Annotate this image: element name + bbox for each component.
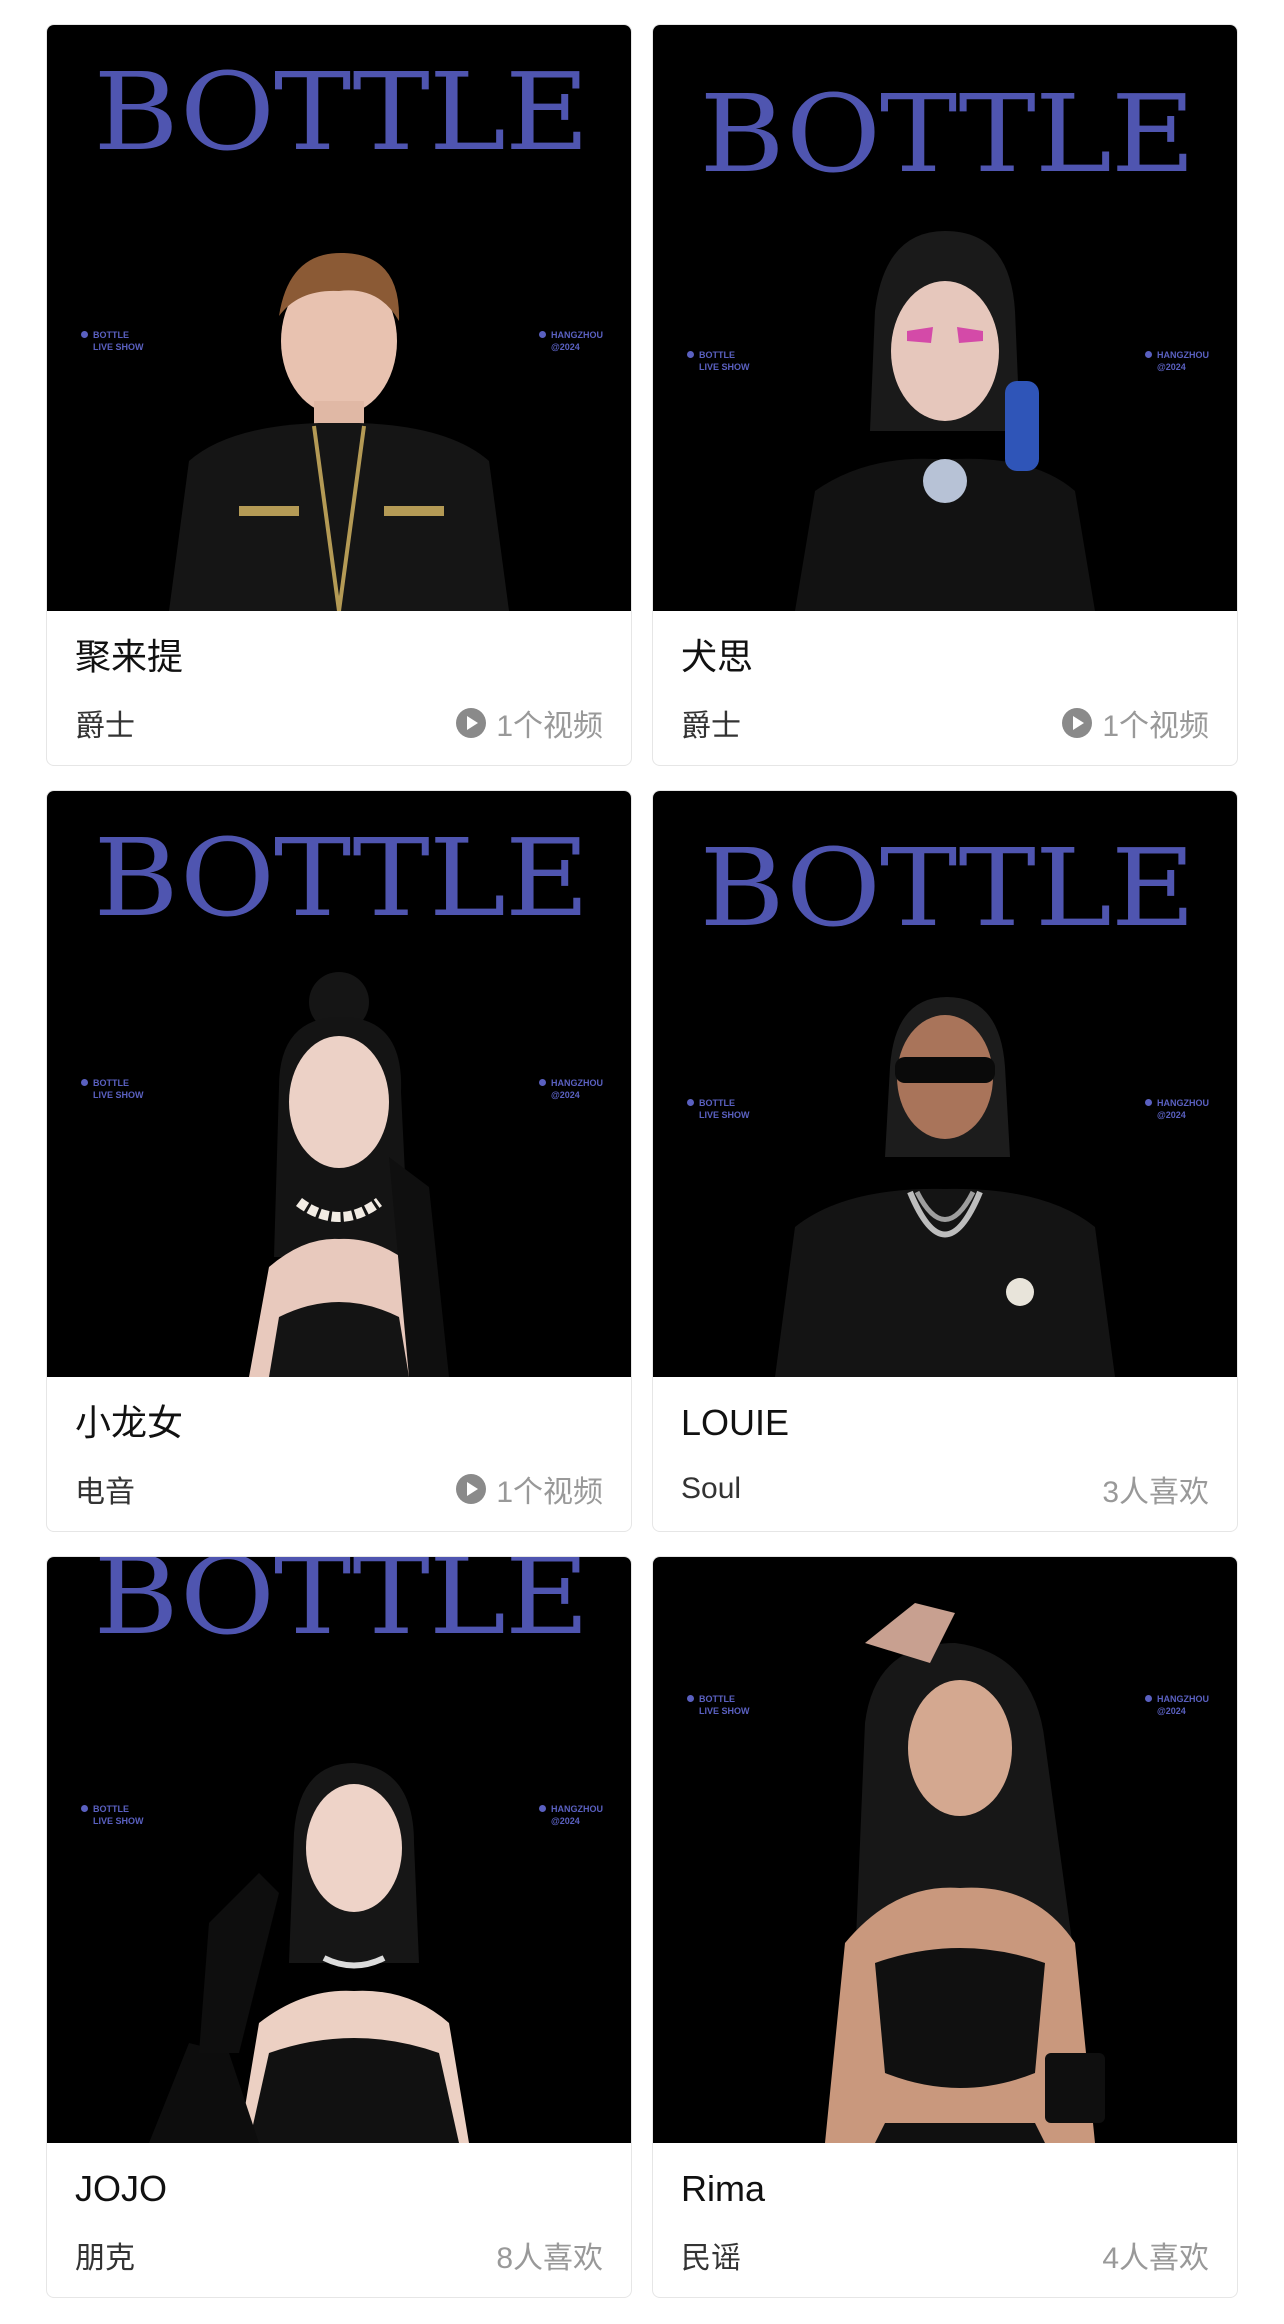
artist-info: 小龙女 电音 1个视频 <box>47 1377 631 1531</box>
artist-photo <box>129 957 549 1377</box>
artist-meta: 8人喜欢 <box>496 2233 603 2277</box>
artist-genre: 电音 <box>75 1476 135 1509</box>
artist-card[interactable]: BOTTLE BOTTLE LIVE SHOW HANGZHOU @2024 <box>46 1556 632 2298</box>
artist-name: LOUIE <box>681 1402 790 1443</box>
artist-genre: 爵士 <box>681 710 741 743</box>
video-count: 1个视频 <box>496 1476 603 1509</box>
artist-meta: 1个视频 <box>456 701 603 745</box>
artist-info: JOJO 朋克 8人喜欢 <box>47 2143 631 2297</box>
play-circle-icon <box>456 1474 487 1504</box>
like-count: 8人喜欢 <box>496 2242 603 2275</box>
artist-photo <box>735 957 1155 1377</box>
artist-poster[interactable]: BOTTLE BOTTLE LIVE SHOW HANGZHOU @2024 <box>47 25 631 611</box>
bottle-logo: BOTTLE <box>93 1557 589 1659</box>
bottle-logo: BOTTLE <box>699 826 1195 951</box>
artist-card[interactable]: BOTTLE BOTTLE LIVE SHOW HANGZHOU @2024 <box>652 24 1238 766</box>
artist-meta: 1个视频 <box>1062 701 1209 745</box>
artist-photo <box>129 191 549 611</box>
artist-genre: 爵士 <box>75 710 135 743</box>
artist-photo <box>129 1723 549 2143</box>
artist-card[interactable]: BOTTLE LIVE SHOW HANGZHOU @2024 Rima 民谣 … <box>652 1556 1238 2298</box>
artist-poster[interactable]: BOTTLE BOTTLE LIVE SHOW HANGZHOU @2024 <box>653 25 1237 611</box>
artist-genre: 民谣 <box>681 2242 741 2275</box>
artist-info: Rima 民谣 4人喜欢 <box>653 2143 1237 2297</box>
artist-poster[interactable]: BOTTLE BOTTLE LIVE SHOW HANGZHOU @2024 <box>47 791 631 1377</box>
bottle-logo: BOTTLE <box>93 50 589 175</box>
artist-info: 聚来提 爵士 1个视频 <box>47 611 631 765</box>
artist-poster[interactable]: BOTTLE BOTTLE LIVE SHOW HANGZHOU @2024 <box>47 1557 631 2143</box>
artist-card[interactable]: BOTTLE BOTTLE LIVE SHOW HANGZHOU @2024 <box>652 790 1238 1532</box>
artist-card[interactable]: BOTTLE BOTTLE LIVE SHOW HANGZHOU @2024 <box>46 790 632 1532</box>
artist-card[interactable]: BOTTLE BOTTLE LIVE SHOW HANGZHOU @2024 <box>46 24 632 766</box>
artist-name: JOJO <box>75 2168 168 2209</box>
video-count: 1个视频 <box>1102 710 1209 743</box>
artist-name: 小龙女 <box>75 1402 184 1443</box>
video-count: 1个视频 <box>496 710 603 743</box>
artist-poster[interactable]: BOTTLE BOTTLE LIVE SHOW HANGZHOU @2024 <box>653 791 1237 1377</box>
artist-meta: 4人喜欢 <box>1102 2233 1209 2277</box>
artist-grid: BOTTLE BOTTLE LIVE SHOW HANGZHOU @2024 聚… <box>0 0 1284 2324</box>
poster-tag-right: HANGZHOU @2024 <box>1145 1097 1209 1121</box>
bottle-logo: BOTTLE <box>699 72 1195 197</box>
artist-info: LOUIE Soul 3人喜欢 <box>653 1377 1237 1531</box>
poster-tag-right: HANGZHOU @2024 <box>539 1077 603 1101</box>
artist-info: 犬思 爵士 1个视频 <box>653 611 1237 765</box>
bottle-logo: BOTTLE <box>93 816 589 941</box>
play-circle-icon <box>1062 708 1093 738</box>
poster-tag-right: HANGZHOU @2024 <box>539 1803 603 1827</box>
artist-genre: Soul <box>681 1472 742 1505</box>
artist-meta: 3人喜欢 <box>1102 1467 1209 1511</box>
artist-name: Rima <box>681 2168 766 2209</box>
play-circle-icon <box>456 708 487 738</box>
artist-photo <box>715 1583 1175 2143</box>
like-count: 3人喜欢 <box>1102 1476 1209 1509</box>
like-count: 4人喜欢 <box>1102 2242 1209 2275</box>
artist-name: 犬思 <box>681 636 754 677</box>
poster-tag-right: HANGZHOU @2024 <box>539 329 603 353</box>
artist-genre: 朋克 <box>75 2242 135 2275</box>
poster-tag-right: HANGZHOU @2024 <box>1145 349 1209 373</box>
artist-name: 聚来提 <box>75 636 184 677</box>
artist-meta: 1个视频 <box>456 1467 603 1511</box>
artist-photo <box>735 191 1155 611</box>
artist-poster[interactable]: BOTTLE LIVE SHOW HANGZHOU @2024 <box>653 1557 1237 2143</box>
